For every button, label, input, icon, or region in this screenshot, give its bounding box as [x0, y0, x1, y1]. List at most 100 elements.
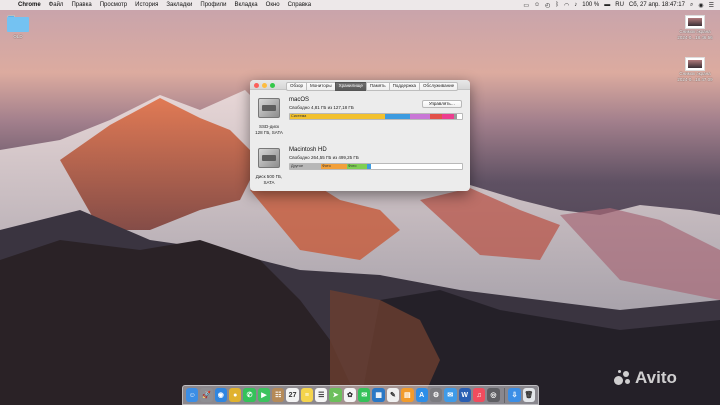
maps-icon[interactable]: ➤	[329, 388, 342, 402]
menu-app-name[interactable]: Chrome	[14, 2, 45, 8]
input-language[interactable]: RU	[615, 2, 624, 8]
zoom-icon[interactable]	[270, 82, 275, 88]
tab-overview[interactable]: Обзор	[286, 81, 307, 91]
minimize-icon[interactable]	[262, 82, 267, 88]
volume-free-space: Свободно 264,55 ГБ из 499,25 ГБ	[289, 155, 359, 160]
user-icon[interactable]: ☺	[534, 2, 540, 8]
wifi-icon[interactable]: ◠	[564, 2, 569, 9]
storage-segment[interactable]	[454, 114, 457, 119]
menu-file[interactable]: Файл	[45, 2, 68, 8]
desktop-folder-old[interactable]: OLD	[6, 15, 30, 39]
disk-caption-line2: SATA	[263, 180, 275, 185]
chrome-icon[interactable]: ●	[229, 388, 242, 402]
notification-center-icon[interactable]: ☰	[709, 2, 714, 9]
screenshot-thumbnail-icon	[685, 15, 705, 29]
books-icon[interactable]: ▤	[401, 388, 414, 402]
mail-icon[interactable]: ✉	[444, 388, 457, 402]
finder-icon[interactable]: ☺	[186, 388, 199, 402]
menu-edit[interactable]: Правка	[67, 2, 95, 8]
facetime-icon[interactable]: ▶	[257, 388, 271, 402]
search-icon[interactable]: ⌕	[690, 2, 693, 9]
avito-logo-icon	[614, 370, 632, 386]
tab-storage[interactable]: Хранилище	[334, 81, 367, 91]
storage-segment[interactable]	[409, 114, 431, 119]
menu-history[interactable]: История	[131, 2, 162, 8]
music-icon[interactable]: ♫	[472, 388, 486, 402]
battery-icon[interactable]: ▬	[604, 2, 610, 8]
photos-icon[interactable]: ✿	[343, 388, 357, 402]
menu-profiles[interactable]: Профили	[196, 2, 230, 8]
trello-icon[interactable]: ▦	[372, 388, 385, 402]
storage-segment[interactable]: Фото	[320, 164, 347, 169]
screenshot-thumbnail-icon	[685, 57, 705, 71]
menu-window[interactable]: Окно	[262, 2, 284, 8]
menu-status-area: ▭ ☺ ◴ ᛒ ◠ ♪ 100 % ▬ RU Сб, 27 апр. 18:47…	[523, 2, 720, 9]
desktop-screenshot-2[interactable]: Снимок экрана 2024-0...18.47.09	[671, 57, 719, 83]
volume-name: macOS	[289, 97, 310, 103]
storage-usage-bar[interactable]: Другое Фото Фото	[289, 163, 463, 170]
volume-macintosh-hd: Диск 500 ГБ, SATA Macintosh HD Свободно …	[250, 146, 470, 190]
avito-watermark: Avito	[614, 368, 677, 388]
dock: ☺ 🚀 ◉ ● ✆ ▶ ☷ 27 ≡ ☰ ➤ ✿ ✉ ▦ ✎ ▤ A ⚙ ✉ W ♫ ◎ ⇩ 🗑	[182, 385, 539, 405]
word-icon[interactable]: W	[458, 388, 471, 402]
clock[interactable]: Сб, 27 апр. 18:47:17	[629, 2, 685, 8]
downloads-stack-icon[interactable]: ⇩	[508, 388, 521, 402]
about-this-mac-window: Обзор Мониторы Хранилище Память Поддержк…	[250, 80, 470, 191]
calendar-icon[interactable]: 27	[286, 388, 299, 402]
storage-segment[interactable]	[442, 114, 455, 119]
storage-segment[interactable]	[385, 114, 410, 119]
siri-icon[interactable]: ◉	[698, 2, 703, 9]
disk-caption-line1: Диск 500 ГБ,	[255, 174, 283, 179]
storage-usage-bar[interactable]: Система	[289, 113, 463, 120]
wallpaper	[0, 0, 720, 405]
ssd-drive-icon	[256, 98, 282, 120]
menu-help[interactable]: Справка	[284, 2, 316, 8]
window-titlebar[interactable]: Обзор Мониторы Хранилище Память Поддержк…	[250, 80, 470, 91]
storage-segment[interactable]: Фото	[346, 164, 368, 169]
desktop-folder-label: OLD	[13, 34, 23, 39]
reminders-icon[interactable]: ☰	[315, 388, 328, 402]
volume-macos: SSD-диск 128 ГБ, SATA macOS Свободно 4,8…	[250, 96, 470, 140]
close-icon[interactable]	[254, 82, 259, 88]
disk-utility-icon[interactable]: ◎	[487, 388, 500, 402]
time-machine-icon[interactable]: ◴	[545, 2, 550, 9]
launchpad-icon[interactable]: 🚀	[200, 388, 213, 402]
disk-caption-line1: SSD-диск	[258, 124, 280, 129]
watermark-text: Avito	[635, 368, 677, 387]
menu-tab[interactable]: Вкладка	[231, 2, 262, 8]
notes-icon[interactable]: ≡	[300, 388, 314, 402]
desktop-screenshot-1[interactable]: Снимок экрана 2024-0...18.46.56	[671, 15, 719, 41]
messages-icon[interactable]: ✉	[358, 388, 371, 402]
storage-segment[interactable]: Система	[290, 114, 386, 119]
storage-segment[interactable]	[430, 114, 443, 119]
folder-icon	[7, 15, 29, 32]
volume-icon[interactable]: ♪	[574, 2, 577, 8]
battery-percent[interactable]: 100 %	[582, 2, 599, 8]
screenshot-label-line2: 2024-0...18.47.09	[677, 77, 713, 82]
menu-view[interactable]: Просмотр	[96, 2, 131, 8]
segmented-tabs: Обзор Мониторы Хранилище Память Поддержк…	[286, 81, 459, 91]
bluetooth-icon[interactable]: ᛒ	[555, 2, 559, 8]
airplay-icon[interactable]: ▭	[523, 2, 529, 9]
volume-name: Macintosh HD	[289, 147, 327, 153]
screenshot-label-line2: 2024-0...18.46.56	[677, 35, 713, 40]
tab-support[interactable]: Поддержка	[388, 81, 421, 91]
volume-free-space: Свободно 4,81 ГБ из 127,18 ГБ	[289, 105, 354, 110]
whatsapp-icon[interactable]: ✆	[243, 388, 256, 402]
manage-button[interactable]: Управлять…	[422, 100, 462, 108]
textedit-icon[interactable]: ✎	[386, 388, 400, 402]
menu-bar: Chrome Файл Правка Просмотр История Закл…	[0, 0, 720, 10]
trash-icon[interactable]: 🗑	[522, 388, 536, 402]
appstore-icon[interactable]: A	[415, 388, 428, 402]
menu-bookmarks[interactable]: Закладки	[162, 2, 196, 8]
tab-displays[interactable]: Мониторы	[306, 81, 336, 91]
storage-segment[interactable]	[367, 164, 371, 169]
dock-separator	[503, 387, 505, 403]
safari-icon[interactable]: ◉	[214, 388, 228, 402]
contacts-icon[interactable]: ☷	[272, 388, 285, 402]
system-preferences-icon[interactable]: ⚙	[429, 388, 443, 402]
storage-segment[interactable]: Другое	[290, 164, 321, 169]
tab-memory[interactable]: Память	[365, 81, 390, 91]
tab-service[interactable]: Обслуживание	[419, 81, 459, 91]
disk-caption-line2: 128 ГБ, SATA	[255, 130, 283, 135]
